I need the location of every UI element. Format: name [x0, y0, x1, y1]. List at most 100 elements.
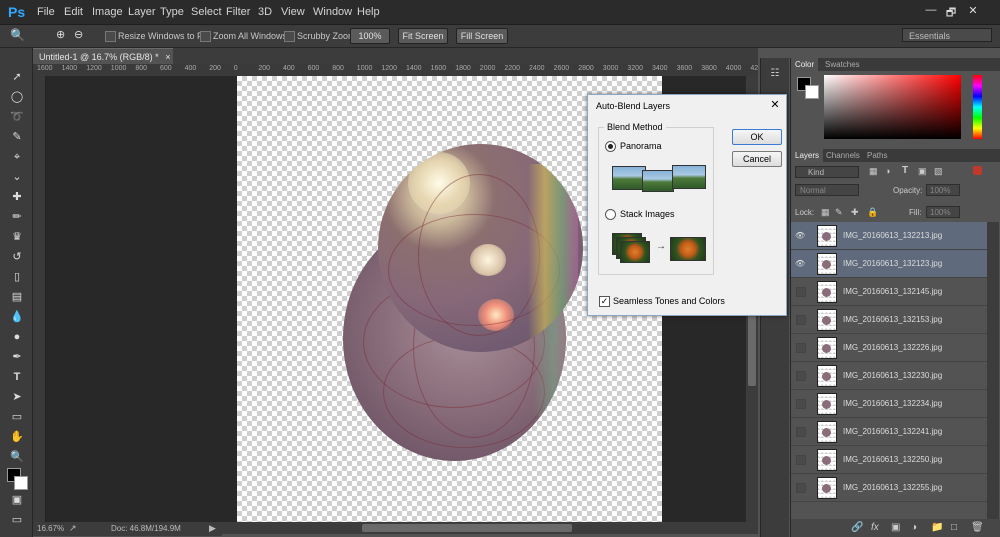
lock-position-icon[interactable]: ✚ — [851, 207, 859, 218]
menu-select[interactable]: Select — [191, 6, 222, 18]
menu-view[interactable]: View — [281, 6, 305, 18]
horizontal-scroll-thumb[interactable] — [362, 524, 572, 532]
zoom-in-icon[interactable]: ⊕ — [56, 28, 65, 41]
pen-tool-icon[interactable]: ✒ — [9, 350, 25, 364]
resize-windows-checkbox[interactable] — [105, 31, 116, 42]
tab-channels[interactable]: Channels — [822, 149, 864, 162]
layer-row[interactable]: IMG_20160613_132153.jpg — [791, 306, 987, 334]
healing-brush-tool-icon[interactable]: ✚ — [9, 190, 25, 204]
menu-3d[interactable]: 3D — [258, 6, 272, 18]
history-panel-icon[interactable]: ☷ — [768, 68, 782, 82]
visibility-toggle[interactable] — [796, 343, 806, 353]
visibility-toggle[interactable] — [796, 427, 806, 437]
menu-help[interactable]: Help — [357, 6, 380, 18]
filter-smart-object-icon[interactable]: ▧ — [934, 166, 943, 177]
layer-row[interactable]: IMG_20160613_132226.jpg — [791, 334, 987, 362]
visibility-toggle[interactable] — [796, 483, 806, 493]
visibility-toggle[interactable] — [796, 287, 806, 297]
delete-layer-icon[interactable]: 🗑 — [971, 522, 984, 533]
blur-tool-icon[interactable]: 💧 — [9, 310, 25, 324]
fill-screen-button[interactable]: Fill Screen — [456, 28, 508, 44]
status-menu-arrow-icon[interactable]: ▶ — [209, 523, 216, 534]
menu-filter[interactable]: Filter — [226, 6, 250, 18]
menu-type[interactable]: Type — [160, 6, 184, 18]
filter-shape-icon[interactable]: ▣ — [918, 166, 927, 177]
layer-filter-select[interactable]: Kind — [795, 166, 859, 178]
marquee-tool-icon[interactable]: ◯ — [9, 90, 25, 104]
menu-file[interactable]: File — [37, 6, 55, 18]
seamless-tones-checkbox[interactable]: ✓ — [599, 296, 610, 307]
document-tab[interactable]: Untitled-1 @ 16.7% (RGB/8) * × — [33, 48, 173, 64]
layer-row[interactable]: IMG_20160613_132241.jpg — [791, 418, 987, 446]
color-background-swatch[interactable] — [805, 85, 819, 99]
new-layer-icon[interactable]: □ — [951, 522, 957, 533]
zoom-out-icon[interactable]: ⊖ — [74, 28, 83, 41]
ok-button[interactable]: OK — [732, 129, 782, 145]
cancel-button[interactable]: Cancel — [732, 151, 782, 167]
filter-adjustment-icon[interactable]: ◑ — [885, 166, 890, 176]
eyedropper-tool-icon[interactable]: ⌄ — [9, 170, 25, 184]
horizontal-scrollbar[interactable] — [222, 522, 758, 534]
visibility-toggle[interactable] — [796, 455, 806, 465]
lock-pixels-icon[interactable]: ▦ — [821, 207, 830, 218]
link-layers-icon[interactable]: 🔗 — [851, 522, 863, 533]
layer-row[interactable]: IMG_20160613_132250.jpg — [791, 446, 987, 474]
fill-field[interactable]: 100% — [926, 206, 960, 218]
panorama-radio[interactable] — [605, 141, 616, 152]
close-icon[interactable]: ✕ — [964, 4, 982, 18]
blend-mode-select[interactable]: Normal — [795, 184, 859, 196]
minimize-icon[interactable]: — — [922, 4, 940, 18]
color-picker-field[interactable] — [824, 75, 961, 139]
layer-row[interactable]: IMG_20160613_132230.jpg — [791, 362, 987, 390]
hand-tool-icon[interactable]: ✋ — [9, 430, 25, 444]
zoom-tool-icon[interactable]: 🔍 — [10, 28, 25, 42]
scrubby-zoom-checkbox[interactable] — [284, 31, 295, 42]
stamp-tool-icon[interactable]: ♛ — [9, 230, 25, 244]
gradient-tool-icon[interactable]: ▤ — [9, 290, 25, 304]
export-icon[interactable]: ↗ — [69, 523, 77, 534]
lasso-tool-icon[interactable]: ➰ — [9, 110, 25, 124]
tab-layers[interactable]: Layers — [791, 149, 824, 162]
lock-paint-icon[interactable]: ✎ — [835, 207, 843, 218]
background-color-swatch[interactable] — [14, 476, 28, 490]
filter-image-icon[interactable]: ▦ — [869, 166, 878, 177]
visibility-eye-icon[interactable]: 👁 — [795, 231, 805, 240]
fit-screen-button[interactable]: Fit Screen — [398, 28, 448, 44]
layer-row[interactable]: 👁 IMG_20160613_132123.jpg — [791, 250, 987, 278]
crop-tool-icon[interactable]: ⌖ — [9, 150, 25, 164]
layer-row[interactable]: IMG_20160613_132234.jpg — [791, 390, 987, 418]
screen-mode-icon[interactable]: ▭ — [9, 513, 25, 527]
hue-slider[interactable] — [973, 75, 982, 139]
layer-mask-icon[interactable]: ▣ — [891, 522, 900, 533]
visibility-toggle[interactable] — [796, 371, 806, 381]
filter-toggle-icon[interactable] — [973, 166, 982, 175]
history-brush-tool-icon[interactable]: ↺ — [9, 250, 25, 264]
move-tool-icon[interactable]: ➚ — [9, 70, 25, 84]
layer-row[interactable]: 👁 IMG_20160613_132213.jpg — [791, 222, 987, 250]
visibility-toggle[interactable] — [796, 399, 806, 409]
path-select-tool-icon[interactable]: ➤ — [9, 390, 25, 404]
quick-select-tool-icon[interactable]: ✎ — [9, 130, 25, 144]
rectangle-tool-icon[interactable]: ▭ — [9, 410, 25, 424]
dialog-close-icon[interactable]: ✕ — [768, 98, 782, 111]
zoom-level[interactable]: 16.67% — [37, 524, 64, 533]
layer-row[interactable]: IMG_20160613_132255.jpg — [791, 474, 987, 502]
layer-style-icon[interactable]: fx — [871, 522, 879, 533]
brush-tool-icon[interactable]: ✏ — [9, 210, 25, 224]
zoom-all-checkbox[interactable] — [200, 31, 211, 42]
tab-color[interactable]: Color — [791, 58, 819, 71]
opacity-field[interactable]: 100% — [926, 184, 960, 196]
eraser-tool-icon[interactable]: ▯ — [9, 270, 25, 284]
menu-edit[interactable]: Edit — [64, 6, 83, 18]
menu-layer[interactable]: Layer — [128, 6, 156, 18]
layers-scrollbar[interactable] — [987, 222, 999, 519]
type-tool-icon[interactable]: T — [9, 370, 25, 384]
menu-window[interactable]: Window — [313, 6, 352, 18]
tab-swatches[interactable]: Swatches — [821, 58, 864, 71]
tab-paths[interactable]: Paths — [863, 149, 891, 162]
dodge-tool-icon[interactable]: ● — [9, 330, 25, 344]
adjustment-layer-icon[interactable]: ◑ — [911, 522, 917, 533]
layer-row[interactable]: IMG_20160613_132145.jpg — [791, 278, 987, 306]
visibility-eye-icon[interactable]: 👁 — [795, 259, 805, 268]
visibility-toggle[interactable] — [796, 315, 806, 325]
